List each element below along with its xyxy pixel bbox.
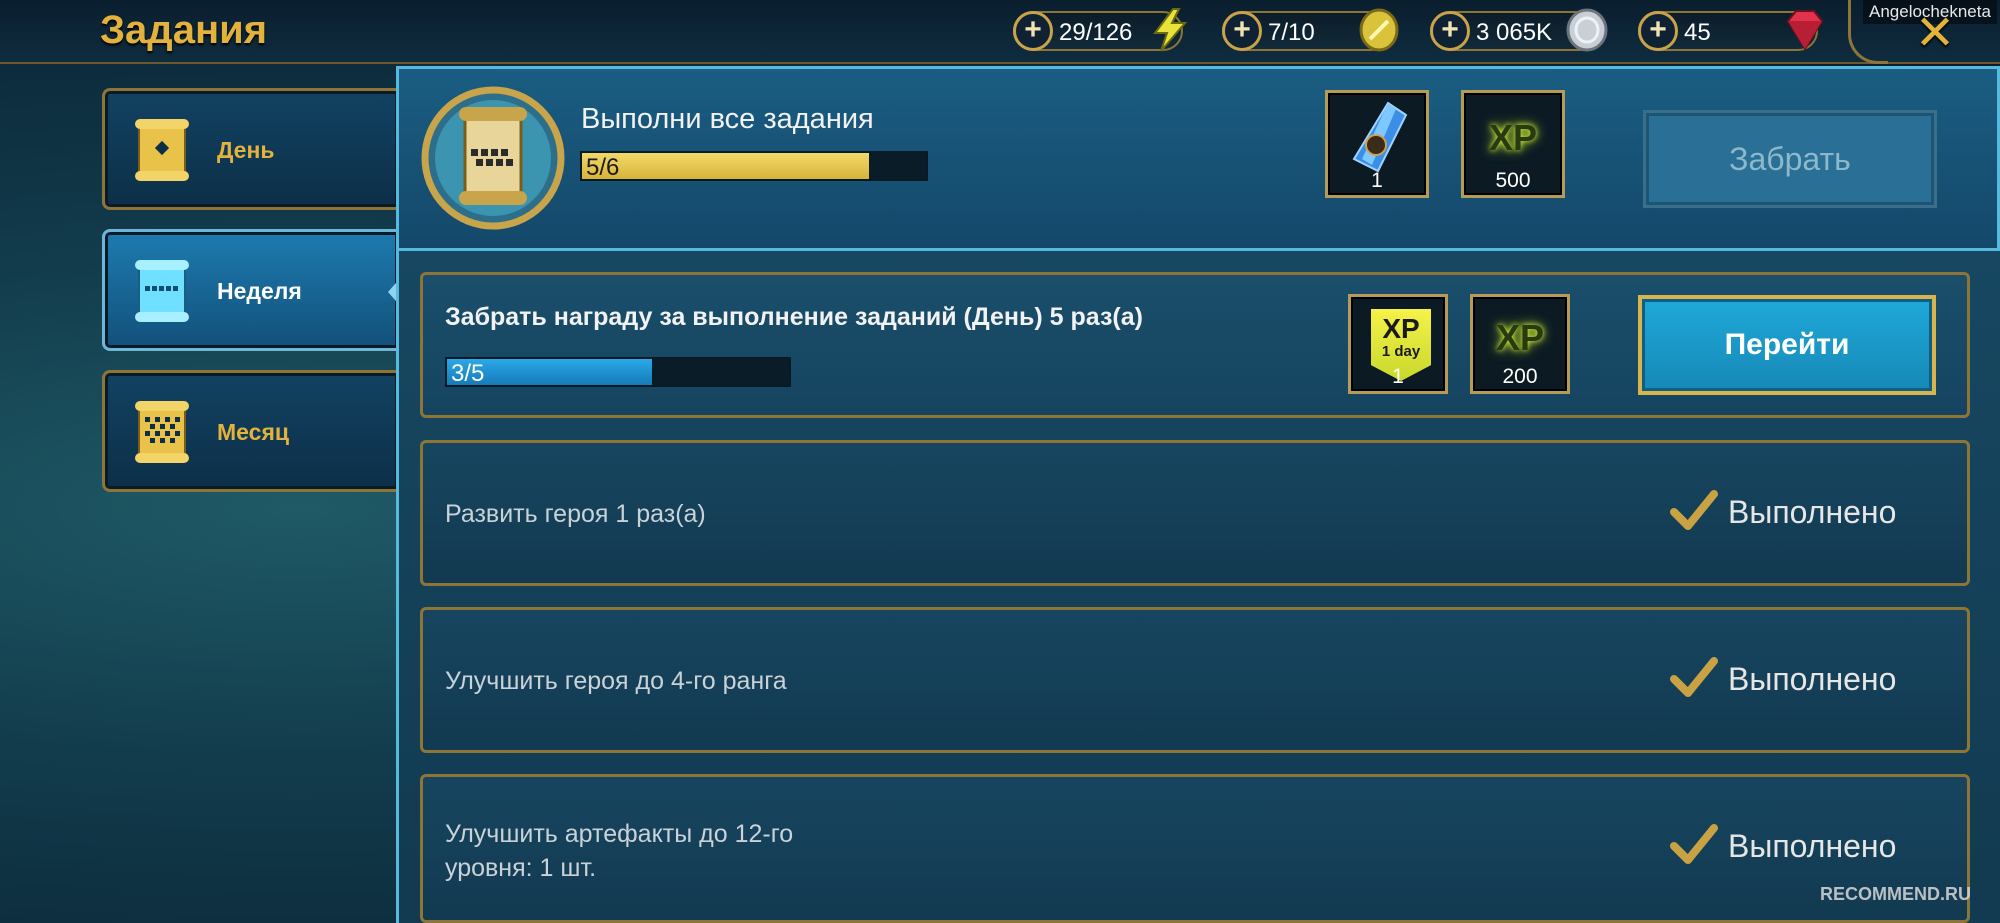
reward-xp-boost[interactable]: XP 1 day 1 <box>1348 294 1448 394</box>
task-title-line-1: Улучшить артефакты до 12-го <box>445 820 794 848</box>
resource-silver[interactable]: + 3 065K <box>1430 8 1608 52</box>
ruby-gem-icon <box>1786 10 1824 51</box>
add-gems-button[interactable]: + <box>1638 11 1678 51</box>
reward-count: 500 <box>1495 169 1531 192</box>
status-label: Выполнено <box>1728 828 1897 864</box>
add-tokens-button[interactable]: + <box>1222 11 1262 51</box>
tab-month[interactable]: Месяц <box>102 370 398 492</box>
energy-value: 29/126 <box>1059 19 1133 46</box>
xp-boost-label: XP <box>1382 313 1420 344</box>
gems-value: 45 <box>1684 19 1711 46</box>
silver-value: 3 065K <box>1476 19 1553 46</box>
checkmark-icon <box>1670 490 1718 530</box>
mystery-shard-icon <box>1352 101 1408 173</box>
reward-mystery-shard[interactable]: 1 <box>1325 90 1429 198</box>
xp-boost-duration: 1 day <box>1381 343 1421 360</box>
resource-energy[interactable]: + 29/126 <box>1013 8 1188 52</box>
go-button[interactable]: Перейти <box>1638 295 1936 395</box>
task-progress-bar: 3/5 <box>445 357 791 387</box>
lightning-icon <box>1153 8 1188 52</box>
watermark: RECOMMEND.RU <box>1820 884 1971 904</box>
summary-title: Выполни все задания <box>581 103 874 135</box>
tokens-value: 7/10 <box>1268 19 1315 46</box>
scroll-icon <box>135 260 189 322</box>
add-silver-button[interactable]: + <box>1430 11 1470 51</box>
tab-week-label: Неделя <box>217 278 302 304</box>
scroll-icon <box>135 119 189 181</box>
task-title: Развить героя 1 раз(а) <box>445 500 706 528</box>
quest-scroll-emblem-icon <box>421 86 565 230</box>
task-title-line-2: уровня: 1 шт. <box>445 854 597 882</box>
scroll-icon <box>135 401 189 463</box>
resource-gems[interactable]: + 45 <box>1638 10 1824 51</box>
task-title: Улучшить героя до 4-го ранга <box>445 667 787 695</box>
tab-month-label: Месяц <box>217 419 289 445</box>
tab-day[interactable]: День <box>102 88 398 210</box>
tab-day-label: День <box>217 137 275 163</box>
page-title: Задания <box>100 8 268 52</box>
silver-coin-icon <box>1566 8 1608 52</box>
reward-count: 1 <box>1371 169 1383 192</box>
gold-token-icon <box>1359 8 1399 52</box>
xp-icon: XP <box>1495 317 1545 358</box>
claim-button[interactable]: Забрать <box>1643 110 1937 208</box>
reward-xp[interactable]: XP 500 <box>1461 90 1565 198</box>
task-progress-text: 3/5 <box>451 360 485 387</box>
task-title: Забрать награду за выполнение заданий (Д… <box>445 303 1143 331</box>
summary-progress-text: 5/6 <box>586 154 620 181</box>
reward-xp[interactable]: XP 200 <box>1470 294 1570 394</box>
reward-count: 1 <box>1392 365 1404 388</box>
tab-week[interactable]: Неделя <box>102 229 402 351</box>
status-label: Выполнено <box>1728 494 1897 530</box>
summary-progress-bar: 5/6 <box>580 151 928 181</box>
summary-progress-fill <box>582 153 869 179</box>
xp-icon: XP <box>1488 117 1538 158</box>
resource-tokens[interactable]: + 7/10 <box>1222 8 1399 52</box>
reward-count: 200 <box>1502 365 1538 388</box>
add-energy-button[interactable]: + <box>1013 11 1053 51</box>
checkmark-icon <box>1670 657 1718 697</box>
checkmark-icon <box>1670 824 1718 864</box>
close-button[interactable]: ✕ <box>1900 6 1970 62</box>
status-label: Выполнено <box>1728 661 1897 697</box>
